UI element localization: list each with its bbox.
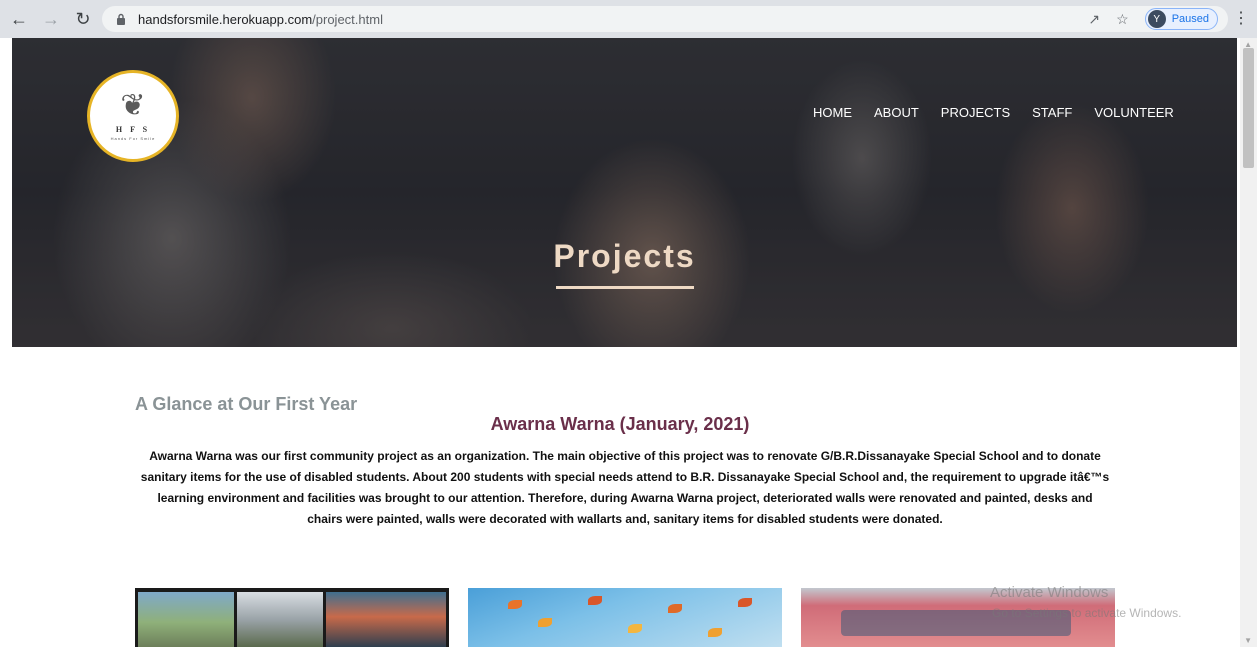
browser-toolbar: ← → ↻ handsforsmile.herokuapp.com/projec… bbox=[0, 0, 1257, 38]
mural-leaf bbox=[538, 618, 552, 627]
mural-leaf bbox=[588, 596, 602, 605]
heart-hands-icon: ❦ bbox=[120, 89, 146, 122]
profile-status: Paused bbox=[1171, 13, 1209, 25]
title-underline bbox=[556, 286, 694, 289]
section-heading: A Glance at Our First Year bbox=[135, 394, 358, 414]
avatar: Y bbox=[1147, 10, 1166, 28]
hero-banner: ❦ H F S Hands For Smile HOME ABOUT PROJE… bbox=[12, 38, 1237, 347]
hero-overlay bbox=[12, 38, 1237, 347]
collage-photo-2 bbox=[237, 592, 323, 647]
share-icon[interactable]: ↗ bbox=[1088, 11, 1100, 28]
mural-leaf bbox=[508, 600, 522, 609]
nav-projects[interactable]: PROJECTS bbox=[941, 105, 1010, 120]
page-title: Projects bbox=[553, 238, 696, 274]
nav-about[interactable]: ABOUT bbox=[874, 105, 919, 120]
nav-volunteer[interactable]: VOLUNTEER bbox=[1094, 105, 1173, 120]
vertical-scrollbar[interactable]: ▲ ▼ bbox=[1240, 38, 1257, 647]
gallery-image-1[interactable] bbox=[135, 588, 449, 647]
logo-tagline: Hands For Smile bbox=[110, 136, 156, 141]
nav-home[interactable]: HOME bbox=[813, 105, 852, 120]
nav-staff[interactable]: STAFF bbox=[1032, 105, 1072, 120]
scroll-down-arrow-icon[interactable]: ▼ bbox=[1244, 636, 1252, 645]
project-title: Awarna Warna (January, 2021) bbox=[490, 414, 750, 434]
url-text: handsforsmile.herokuapp.com/project.html bbox=[138, 12, 383, 27]
collage-photo-1 bbox=[138, 592, 234, 647]
main-nav: HOME ABOUT PROJECTS STAFF VOLUNTEER bbox=[813, 105, 1174, 120]
logo-initials: H F S bbox=[115, 125, 151, 134]
collage-photo-3 bbox=[326, 592, 446, 647]
lock-icon bbox=[116, 12, 130, 26]
site-logo[interactable]: ❦ H F S Hands For Smile bbox=[87, 70, 179, 162]
menu-dots-icon[interactable]: ⋮ bbox=[1233, 8, 1249, 28]
activate-windows-subtitle: Go to Settings to activate Windows. bbox=[992, 606, 1182, 620]
forward-arrow-icon[interactable]: → bbox=[38, 6, 64, 32]
url-path: /project.html bbox=[312, 11, 383, 27]
mural-leaf bbox=[628, 624, 642, 633]
activate-windows-title: Activate Windows bbox=[990, 584, 1109, 601]
scroll-thumb[interactable] bbox=[1243, 48, 1254, 168]
project-description: Awarna Warna was our first community pro… bbox=[140, 449, 1110, 526]
bookmark-star-icon[interactable]: ☆ bbox=[1116, 11, 1129, 28]
mural-leaf bbox=[738, 598, 752, 607]
reload-icon[interactable]: ↻ bbox=[70, 6, 96, 32]
address-bar[interactable]: handsforsmile.herokuapp.com/project.html… bbox=[102, 6, 1228, 32]
back-arrow-icon[interactable]: ← bbox=[6, 6, 32, 32]
page-viewport: ❦ H F S Hands For Smile HOME ABOUT PROJE… bbox=[0, 38, 1257, 647]
gallery-image-2[interactable] bbox=[468, 588, 782, 647]
url-host: handsforsmile.herokuapp.com bbox=[138, 11, 313, 27]
mural-leaf bbox=[708, 628, 722, 637]
mural-leaf bbox=[668, 604, 682, 613]
profile-button[interactable]: Y Paused bbox=[1144, 8, 1218, 30]
